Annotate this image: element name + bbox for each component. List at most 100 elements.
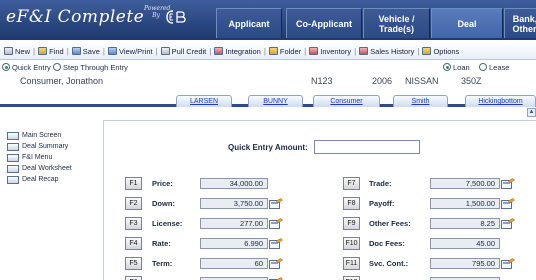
function-key-f9[interactable]: F9 bbox=[343, 217, 360, 230]
quick-entry-amount-input[interactable] bbox=[314, 140, 420, 154]
inventory-icon bbox=[309, 47, 319, 55]
new-icon bbox=[4, 47, 13, 55]
app-logo: eF&I Complete bbox=[6, 7, 145, 27]
toolbar-save-button[interactable]: Save bbox=[70, 47, 102, 56]
entry-mode-row: Quick Entry Step Through Entry Loan Leas… bbox=[0, 62, 536, 73]
toolbar-options-button[interactable]: Options bbox=[420, 47, 461, 56]
payoff-field[interactable]: 1,500.00 bbox=[430, 198, 500, 209]
function-key-f10[interactable]: F10 bbox=[343, 237, 360, 250]
toolbar-new-label: New bbox=[15, 46, 31, 56]
toolbar-folder-button[interactable]: Folder bbox=[267, 47, 303, 56]
find-icon bbox=[38, 47, 48, 55]
vendor-logo-icon bbox=[166, 10, 186, 24]
license-label: License: bbox=[152, 219, 183, 228]
participant-tab-consumer[interactable]: Consumer bbox=[313, 95, 380, 107]
lease-label: Lease bbox=[489, 63, 510, 72]
calculator-icon[interactable] bbox=[269, 258, 283, 269]
options-icon bbox=[422, 47, 432, 55]
step-through-radio[interactable] bbox=[53, 63, 61, 71]
trade-field[interactable]: 7,500.00 bbox=[430, 178, 500, 189]
vehicle-make: NISSAN bbox=[405, 76, 439, 86]
toolbar-inventory-button[interactable]: Inventory bbox=[307, 47, 353, 56]
quick-entry-radio[interactable] bbox=[2, 63, 10, 71]
participant-tab-larsen[interactable]: LARSEN bbox=[176, 95, 232, 107]
calculator-icon[interactable] bbox=[501, 258, 515, 269]
price-field[interactable]: 34,000.00 bbox=[200, 178, 268, 189]
toolbar-find-button[interactable]: Find bbox=[36, 47, 66, 56]
nav-tab-applicant[interactable]: Applicant bbox=[216, 8, 282, 38]
side-menu-main-screen[interactable]: Main Screen bbox=[7, 131, 87, 141]
function-key-f12[interactable]: F12 bbox=[343, 276, 360, 280]
vehicle-year: 2006 bbox=[372, 76, 393, 86]
function-key-f1[interactable]: F1 bbox=[125, 177, 142, 190]
side-menu-label: Deal Worksheet bbox=[22, 165, 72, 172]
function-key-f6[interactable]: F6 bbox=[125, 276, 142, 280]
toolbar-integration-label: Integration bbox=[225, 46, 261, 56]
toolbar-integration-button[interactable]: Integration bbox=[212, 47, 262, 56]
doc-fees-label: Doc Fees: bbox=[369, 239, 405, 248]
down-label: Down: bbox=[152, 199, 175, 208]
down-field[interactable]: 3,750.00 bbox=[200, 198, 268, 209]
participant-tab-smith[interactable]: Smith bbox=[393, 95, 448, 107]
folder-icon bbox=[268, 47, 278, 55]
sales-history-icon bbox=[359, 47, 369, 55]
participant-tab-bunny[interactable]: BUNNY bbox=[248, 95, 303, 107]
loan-label: Loan bbox=[453, 63, 470, 72]
other-fees-label: Other Fees: bbox=[369, 219, 411, 228]
function-key-f11[interactable]: F11 bbox=[343, 257, 360, 270]
side-menu-label: Main Screen bbox=[22, 132, 62, 139]
participant-tab-hickingbottom[interactable]: Hickingbottom bbox=[465, 95, 536, 107]
calculator-icon[interactable] bbox=[501, 178, 515, 189]
toolbar-pull-credit-label: Pull Credit bbox=[171, 46, 207, 56]
svc-cont-field[interactable]: 795.00 bbox=[430, 258, 500, 269]
toolbar-save-label: Save bbox=[82, 46, 100, 56]
toolbar-view-print-button[interactable]: View/Print bbox=[106, 47, 155, 56]
calculator-icon[interactable] bbox=[501, 198, 515, 209]
scroll-up-icon[interactable]: ▲ bbox=[527, 108, 536, 117]
other-fees-field[interactable]: 8.25 bbox=[430, 218, 500, 229]
nav-tab-vehicle-trade-s[interactable]: Vehicle / Trade(s) bbox=[363, 8, 430, 38]
calculator-icon[interactable] bbox=[269, 218, 283, 229]
term-label: Term: bbox=[152, 259, 173, 268]
toolbar-sales-history-button[interactable]: Sales History bbox=[357, 47, 416, 56]
step-through-label: Step Through Entry bbox=[63, 63, 128, 72]
quick-entry-label: Quick Entry bbox=[12, 63, 51, 72]
toolbar-pull-credit-button[interactable]: Pull Credit bbox=[159, 47, 209, 56]
toolbar-view-print-label: View/Print bbox=[118, 46, 153, 56]
side-menu: Main Screen Deal Summary F&I Menu Deal Work… bbox=[7, 131, 87, 186]
svc-cont-label: Svc. Cont.: bbox=[369, 259, 409, 268]
function-key-f3[interactable]: F3 bbox=[125, 217, 142, 230]
calculator-icon[interactable] bbox=[269, 198, 283, 209]
main-screen-icon bbox=[7, 132, 19, 140]
trade-label: Trade: bbox=[369, 179, 392, 188]
rate-label: Rate: bbox=[152, 239, 171, 248]
side-menu-deal-recap[interactable]: Deal Recap bbox=[7, 175, 87, 185]
function-key-f2[interactable]: F2 bbox=[125, 197, 142, 210]
doc-fees-field[interactable]: 45.00 bbox=[430, 238, 500, 249]
f-i-menu-icon bbox=[7, 154, 19, 162]
loan-radio[interactable] bbox=[443, 63, 451, 71]
rate-field[interactable]: 6.990 bbox=[200, 238, 268, 249]
license-field[interactable]: 277.00 bbox=[200, 218, 268, 229]
deal-summary-icon bbox=[7, 143, 19, 151]
customer-info-row: Consumer, Jonathon N123 2006 NISSAN 350Z bbox=[0, 74, 536, 88]
toolbar-folder-label: Folder bbox=[279, 46, 302, 56]
function-key-f5[interactable]: F5 bbox=[125, 257, 142, 270]
side-menu-label: F&I Menu bbox=[22, 154, 53, 161]
nav-tab-bank-ins-other-info[interactable]: Bank, Ins. Other Info bbox=[504, 8, 536, 38]
calculator-icon[interactable] bbox=[269, 238, 283, 249]
function-key-f4[interactable]: F4 bbox=[125, 237, 142, 250]
side-menu-deal-worksheet[interactable]: Deal Worksheet bbox=[7, 164, 87, 174]
lease-radio[interactable] bbox=[479, 63, 487, 71]
print-icon bbox=[107, 47, 117, 55]
side-menu-deal-summary[interactable]: Deal Summary bbox=[7, 142, 87, 152]
function-key-f8[interactable]: F8 bbox=[343, 197, 360, 210]
credit-icon bbox=[160, 47, 170, 55]
function-key-f7[interactable]: F7 bbox=[343, 177, 360, 190]
toolbar-new-button[interactable]: New bbox=[2, 47, 32, 56]
nav-tab-deal[interactable]: Deal bbox=[431, 8, 503, 38]
side-menu-f-i-menu[interactable]: F&I Menu bbox=[7, 153, 87, 163]
term-field[interactable]: 60 bbox=[200, 258, 268, 269]
nav-tab-co-applicant[interactable]: Co-Applicant bbox=[286, 8, 362, 38]
calculator-icon[interactable] bbox=[501, 218, 515, 229]
